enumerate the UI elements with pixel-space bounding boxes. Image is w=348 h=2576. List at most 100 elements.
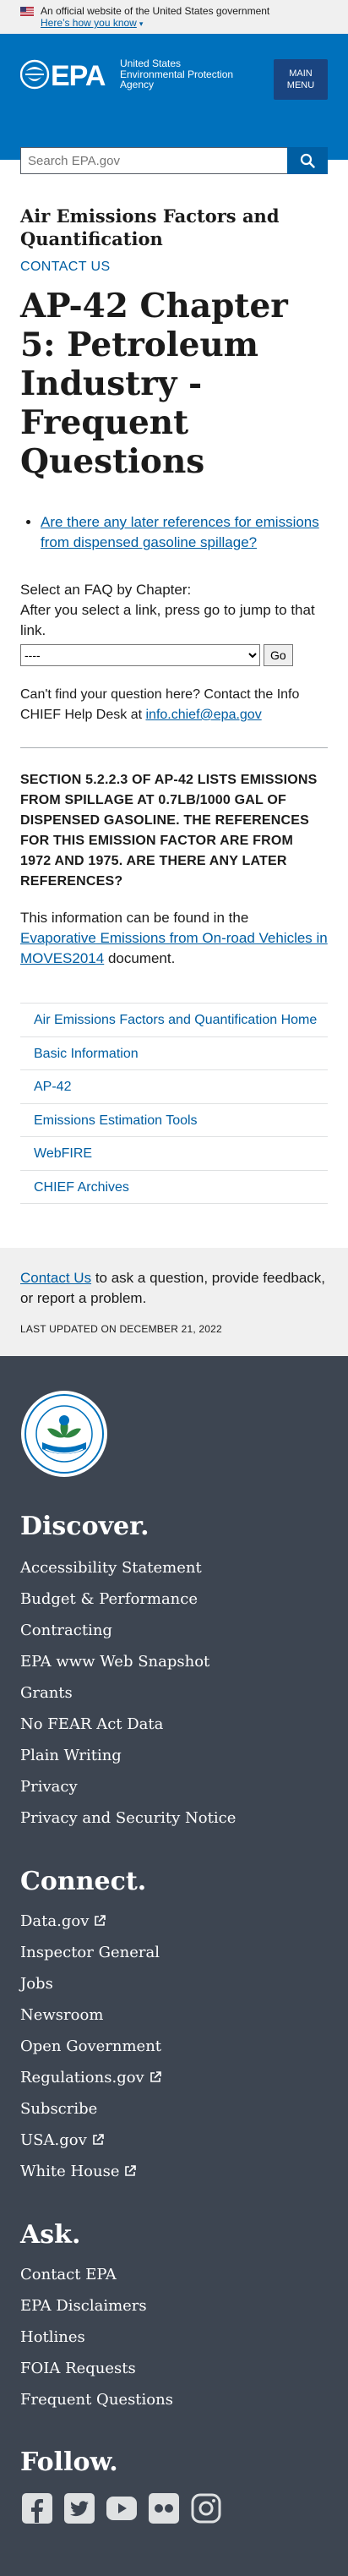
footer-link-privacy[interactable]: Privacy <box>20 1778 78 1796</box>
svg-text:EPA: EPA <box>51 60 106 90</box>
footer-link-contracting[interactable]: Contracting <box>20 1622 112 1639</box>
list-item: USA.gov <box>20 2125 328 2156</box>
help-desk-email-link[interactable]: info.chief@epa.gov <box>145 708 261 722</box>
epa-seal-icon <box>21 1391 107 1477</box>
footer-link-web-snapshot[interactable]: EPA www Web Snapshot <box>20 1653 209 1671</box>
footer-link-regulations-gov[interactable]: Regulations.gov <box>20 2069 161 2087</box>
faq-answer-prefix: This information can be found in the <box>20 910 249 926</box>
twitter-icon[interactable] <box>63 2491 96 2525</box>
sidenav-item-basic-information[interactable]: Basic Information <box>20 1036 328 1070</box>
main-content: Air Emissions Factors and Quantification… <box>0 205 348 1204</box>
sidenav-item-chief-archives[interactable]: CHIEF Archives <box>20 1169 328 1204</box>
list-item: Privacy and Security Notice <box>20 1802 328 1834</box>
sidenav-item-webfire[interactable]: WebFIRE <box>20 1136 328 1170</box>
facebook-icon[interactable] <box>20 2491 54 2525</box>
follow-heading: Follow. <box>20 2447 118 2477</box>
faq-select-instructions: Select an FAQ by Chapter: After you sele… <box>20 580 328 641</box>
footer-link-plain-writing[interactable]: Plain Writing <box>20 1747 122 1764</box>
faq-answer: This information can be found in the Eva… <box>20 908 328 969</box>
gov-banner-row: An official website of the United States… <box>20 5 348 17</box>
footer-link-accessibility[interactable]: Accessibility Statement <box>20 1559 202 1577</box>
chevron-down-icon: ▾ <box>139 19 144 28</box>
footer-link-grants[interactable]: Grants <box>20 1684 73 1702</box>
epa-logo-icon: EPA <box>20 59 106 90</box>
faq-answer-suffix: document. <box>104 950 176 966</box>
contact-strip-text: Contact Us to ask a question, provide fe… <box>20 1268 328 1309</box>
footer-link-subscribe[interactable]: Subscribe <box>20 2100 97 2118</box>
external-link-icon <box>150 2071 161 2082</box>
footer-link-open-government[interactable]: Open Government <box>20 2037 161 2055</box>
list-item: Accessibility Statement <box>20 1552 328 1583</box>
site-search <box>20 147 328 174</box>
list-item: EPA www Web Snapshot <box>20 1646 328 1677</box>
section-title: Air Emissions Factors and Quantification <box>20 205 280 249</box>
agency-name: United States Environmental Protection A… <box>120 58 233 90</box>
search-input[interactable] <box>20 147 287 174</box>
sidenav-item-home[interactable]: Air Emissions Factors and Quantification… <box>20 1003 328 1036</box>
external-link-icon <box>92 2134 104 2145</box>
list-item: FOIA Requests <box>20 2353 328 2384</box>
list-item: Jobs <box>20 1968 328 1999</box>
list-item: Grants <box>20 1677 328 1709</box>
agency-name-line1: United States <box>120 57 182 70</box>
contact-strip: Contact Us to ask a question, provide fe… <box>0 1248 348 1356</box>
go-button[interactable]: Go <box>264 644 293 666</box>
faq-chapter-select[interactable]: ---- <box>20 644 260 666</box>
sidenav-item-estimation-tools[interactable]: Emissions Estimation Tools <box>20 1102 328 1137</box>
footer-link-contact-epa[interactable]: Contact EPA <box>20 2266 117 2283</box>
list-item: Contracting <box>20 1615 328 1646</box>
footer-link-privacy-security[interactable]: Privacy and Security Notice <box>20 1809 236 1827</box>
gov-banner: An official website of the United States… <box>0 0 348 34</box>
search-button[interactable] <box>287 147 328 174</box>
faq-link-spillage[interactable]: Are there any later references for emiss… <box>41 514 319 550</box>
footer-link-foia[interactable]: FOIA Requests <box>20 2360 136 2377</box>
contact-strip-link[interactable]: Contact Us <box>20 1270 91 1286</box>
footer-link-label: White House <box>20 2163 120 2180</box>
contact-us-link[interactable]: CONTACT US <box>20 260 328 275</box>
list-item: Open Government <box>20 2031 328 2062</box>
ask-list: Contact EPA EPA Disclaimers Hotlines FOI… <box>20 2259 328 2415</box>
youtube-icon[interactable] <box>105 2491 139 2525</box>
search-icon <box>300 153 315 168</box>
site-header: EPA United States Environmental Protecti… <box>0 34 348 174</box>
us-flag-icon <box>20 6 34 16</box>
list-item: No FEAR Act Data <box>20 1709 328 1740</box>
help-desk-text: Can't find your question here? Contact t… <box>20 685 328 725</box>
main-menu-label-1: MAIN <box>289 68 313 79</box>
list-item: Newsroom <box>20 1999 328 2031</box>
faq-question-heading: SECTION 5.2.2.3 OF AP-42 LISTS EMISSIONS… <box>20 773 318 889</box>
list-item: Contact EPA <box>20 2259 328 2290</box>
list-item: Plain Writing <box>20 1740 328 1771</box>
footer-link-budget[interactable]: Budget & Performance <box>20 1590 198 1608</box>
main-menu-button[interactable]: MAIN MENU <box>274 59 328 100</box>
flickr-icon[interactable] <box>147 2491 181 2525</box>
footer-link-white-house[interactable]: White House <box>20 2163 137 2180</box>
footer-link-hotlines[interactable]: Hotlines <box>20 2328 85 2346</box>
faq-select-row: ---- Go <box>20 644 328 666</box>
list-item: Regulations.gov <box>20 2062 328 2093</box>
footer-link-frequent-questions[interactable]: Frequent Questions <box>20 2391 173 2409</box>
list-item: Are there any later references for emiss… <box>41 512 328 553</box>
sidenav-item-ap42[interactable]: AP-42 <box>20 1069 328 1103</box>
gov-banner-text: An official website of the United States… <box>41 5 270 17</box>
instagram-icon[interactable] <box>189 2491 223 2525</box>
footer-link-label: Data.gov <box>20 1912 90 1930</box>
section-side-nav: Air Emissions Factors and Quantification… <box>20 1003 328 1204</box>
connect-heading: Connect. <box>20 1867 147 1896</box>
heres-how-you-know-label: Here’s how you know <box>41 17 137 29</box>
list-item: Budget & Performance <box>20 1583 328 1615</box>
footer-link-no-fear[interactable]: No FEAR Act Data <box>20 1715 163 1733</box>
social-links <box>20 2491 328 2525</box>
list-item: Data.gov <box>20 1906 328 1937</box>
list-item: White House <box>20 2156 328 2187</box>
footer-link-inspector-general[interactable]: Inspector General <box>20 1944 160 1961</box>
footer-link-usa-gov[interactable]: USA.gov <box>20 2131 104 2149</box>
footer-link-disclaimers[interactable]: EPA Disclaimers <box>20 2297 147 2315</box>
footer-link-jobs[interactable]: Jobs <box>20 1975 53 1993</box>
divider <box>20 747 328 748</box>
heres-how-you-know-link[interactable]: Here’s how you know ▾ <box>41 17 348 30</box>
footer-link-data-gov[interactable]: Data.gov <box>20 1912 106 1930</box>
external-link-icon <box>95 1915 106 1926</box>
footer-link-newsroom[interactable]: Newsroom <box>20 2006 103 2024</box>
discover-list: Accessibility Statement Budget & Perform… <box>20 1552 328 1834</box>
